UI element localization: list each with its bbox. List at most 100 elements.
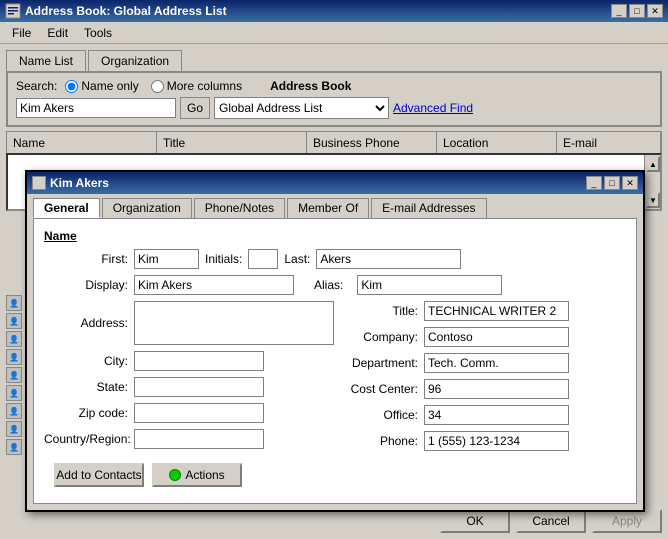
left-column: Address: City: State: Zip code: — [44, 301, 334, 457]
cancel-button[interactable]: Cancel — [516, 509, 586, 533]
ok-button[interactable]: OK — [440, 509, 510, 533]
col-name: Name — [7, 132, 157, 153]
modal-icon — [32, 176, 46, 190]
tab-member-of[interactable]: Member Of — [287, 198, 369, 218]
company-label: Company: — [344, 330, 424, 344]
search-row-top: Search: Name only More columns Address B… — [16, 79, 652, 93]
phone-input[interactable] — [424, 431, 569, 451]
city-input[interactable] — [134, 351, 264, 371]
display-label: Display: — [44, 278, 134, 292]
close-button[interactable]: ✕ — [647, 4, 663, 18]
modal-tab-row: General Organization Phone/Notes Member … — [27, 194, 643, 218]
city-label: City: — [44, 354, 134, 368]
company-input[interactable] — [424, 327, 569, 347]
menu-bar: File Edit Tools — [0, 22, 668, 44]
title-label: Title: — [344, 304, 424, 318]
col-email: E-mail — [557, 132, 661, 153]
app-icon — [5, 3, 21, 19]
left-icon-5[interactable]: 👤 — [6, 367, 22, 383]
state-row: State: — [44, 377, 334, 397]
alias-input[interactable] — [357, 275, 502, 295]
first-label: First: — [44, 252, 134, 266]
left-icon-6[interactable]: 👤 — [6, 385, 22, 401]
modal-maximize[interactable]: □ — [604, 176, 620, 190]
menu-tools[interactable]: Tools — [76, 24, 120, 42]
left-icon-1[interactable]: 👤 — [6, 295, 22, 311]
search-input[interactable] — [16, 98, 176, 118]
left-icon-8[interactable]: 👤 — [6, 421, 22, 437]
modal-minimize[interactable]: _ — [586, 176, 602, 190]
maximize-button[interactable]: □ — [629, 4, 645, 18]
search-input-row: Go Global Address List Advanced Find — [16, 97, 652, 119]
cost-center-label: Cost Center: — [344, 382, 424, 396]
first-input[interactable] — [134, 249, 199, 269]
minimize-button[interactable]: _ — [611, 4, 627, 18]
address-book-select[interactable]: Global Address List — [214, 97, 389, 119]
country-input[interactable] — [134, 429, 264, 449]
menu-edit[interactable]: Edit — [39, 24, 76, 42]
address-book-label: Address Book — [270, 79, 351, 93]
department-input[interactable] — [424, 353, 569, 373]
window-controls: _ □ ✕ — [611, 4, 663, 18]
title-bar: Address Book: Global Address List _ □ ✕ — [0, 0, 668, 22]
left-icon-7[interactable]: 👤 — [6, 403, 22, 419]
title-input[interactable] — [424, 301, 569, 321]
modal-bottom-buttons: Add to Contacts Actions — [44, 457, 626, 493]
tab-name-list[interactable]: Name List — [6, 50, 86, 71]
left-icon-4[interactable]: 👤 — [6, 349, 22, 365]
country-label: Country/Region: — [44, 432, 134, 446]
modal-dialog: Kim Akers _ □ ✕ General Organization Pho… — [25, 170, 645, 512]
office-label: Office: — [344, 408, 424, 422]
tab-general[interactable]: General — [33, 198, 100, 218]
tab-organization[interactable]: Organization — [88, 50, 182, 71]
title-row: Title: — [344, 301, 626, 321]
department-label: Department: — [344, 356, 424, 370]
left-icon-2[interactable]: 👤 — [6, 313, 22, 329]
tab-organization-modal[interactable]: Organization — [102, 198, 192, 218]
radio-more-columns[interactable]: More columns — [151, 79, 242, 93]
phone-label: Phone: — [344, 434, 424, 448]
address-input[interactable] — [134, 301, 334, 345]
two-col-section: Address: City: State: Zip code: — [44, 301, 626, 457]
go-button[interactable]: Go — [180, 97, 210, 119]
display-row: Display: Alias: — [44, 275, 626, 295]
advanced-find-link[interactable]: Advanced Find — [393, 101, 473, 115]
department-row: Department: — [344, 353, 626, 373]
last-input[interactable] — [316, 249, 461, 269]
left-icon-9[interactable]: 👤 — [6, 439, 22, 455]
right-column: Title: Company: Department: Cost Ce — [344, 301, 626, 457]
column-headers: Name Title Business Phone Location E-mai… — [6, 131, 662, 153]
tab-phone-notes[interactable]: Phone/Notes — [194, 198, 285, 218]
phone-row: Phone: — [344, 431, 626, 451]
modal-form: Name First: Initials: Last: Display: Ali… — [33, 218, 637, 504]
state-input[interactable] — [134, 377, 264, 397]
apply-button[interactable]: Apply — [592, 509, 662, 533]
first-name-row: First: Initials: Last: — [44, 249, 626, 269]
office-input[interactable] — [424, 405, 569, 425]
col-location: Location — [437, 132, 557, 153]
state-label: State: — [44, 380, 134, 394]
add-to-contacts-button[interactable]: Add to Contacts — [54, 463, 144, 487]
address-label: Address: — [44, 316, 134, 330]
modal-title-bar: Kim Akers _ □ ✕ — [27, 172, 643, 194]
last-label: Last: — [284, 252, 310, 266]
cost-center-input[interactable] — [424, 379, 569, 399]
display-input[interactable] — [134, 275, 294, 295]
radio-name-only[interactable]: Name only — [65, 79, 138, 93]
address-row: Address: — [44, 301, 334, 345]
menu-file[interactable]: File — [4, 24, 39, 42]
search-section: Search: Name only More columns Address B… — [6, 71, 662, 127]
radio-group: Name only More columns — [65, 79, 242, 93]
left-icon-3[interactable]: 👤 — [6, 331, 22, 347]
name-section-label: Name — [44, 229, 626, 243]
tab-email-addresses[interactable]: E-mail Addresses — [371, 198, 486, 218]
zip-input[interactable] — [134, 403, 264, 423]
country-row: Country/Region: — [44, 429, 334, 449]
modal-controls: _ □ ✕ — [586, 176, 638, 190]
actions-button[interactable]: Actions — [152, 463, 242, 487]
modal-close[interactable]: ✕ — [622, 176, 638, 190]
alias-label: Alias: — [314, 278, 343, 292]
actions-icon — [169, 469, 181, 481]
col-business-phone: Business Phone — [307, 132, 437, 153]
initials-input[interactable] — [248, 249, 278, 269]
